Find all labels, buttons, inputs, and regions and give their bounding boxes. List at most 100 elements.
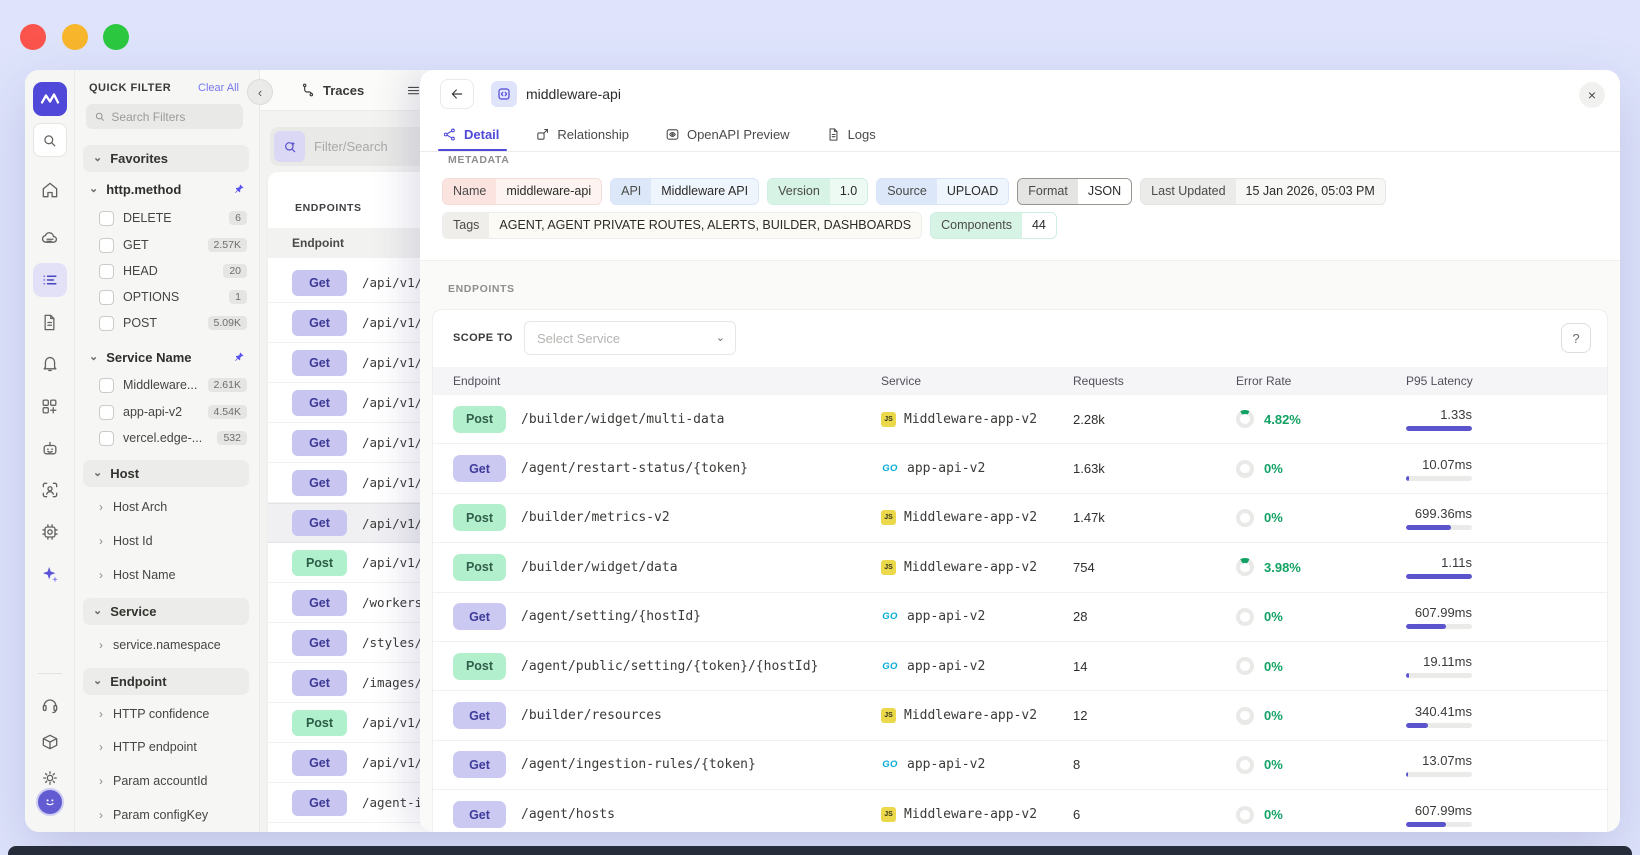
host-arch-item[interactable]: › Host Arch	[99, 496, 247, 518]
checkbox[interactable]	[99, 263, 114, 279]
filter-item-middleware[interactable]: Middleware... 2.61K	[99, 375, 247, 395]
endpoint-row[interactable]: Get/api/v1/	[268, 423, 421, 463]
table-row[interactable]: Get/builder/resources JS Middleware-app-v…	[433, 691, 1607, 741]
collapse-panel-button[interactable]: ‹	[247, 79, 273, 105]
tab-label: OpenAPI Preview	[686, 127, 790, 142]
http-method-group[interactable]: ⌄ http.method	[89, 178, 245, 200]
pin-icon[interactable]	[233, 183, 245, 195]
http-confidence-item[interactable]: › HTTP confidence	[99, 703, 247, 725]
table-row[interactable]: Post/agent/public/setting/{token}/{hostI…	[433, 642, 1607, 692]
ai-assistant-icon[interactable]	[33, 557, 67, 591]
tab-openapi-preview[interactable]: OpenAPI Preview	[665, 118, 790, 151]
integrations-icon[interactable]	[33, 389, 67, 423]
method-pill: Get	[292, 629, 347, 656]
package-icon[interactable]	[33, 725, 67, 759]
checkbox[interactable]	[99, 210, 114, 226]
endpoint-row[interactable]: Get/api/v1/	[268, 463, 421, 503]
filter-search-input[interactable]	[111, 109, 235, 124]
api-detail-modal: middleware-api × Detail Relationship Ope…	[420, 70, 1620, 832]
badge-format[interactable]: Format JSON	[1017, 178, 1133, 205]
traces-filter-box[interactable]	[270, 127, 421, 166]
endpoint-row[interactable]: Get/styles/	[268, 623, 421, 663]
service-name-group[interactable]: ⌄ Service Name	[89, 346, 245, 368]
traces-icon[interactable]	[32, 263, 67, 297]
checkbox[interactable]	[99, 404, 114, 420]
endpoint-row[interactable]: Get/workers	[268, 583, 421, 623]
endpoint-section[interactable]: ⌄ Endpoint	[83, 668, 249, 695]
window-zoom-button[interactable]	[103, 24, 129, 50]
tab-traces[interactable]: Traces	[300, 82, 364, 98]
checkbox[interactable]	[99, 237, 114, 253]
latency-bar	[1406, 426, 1472, 432]
col-requests: Requests	[1073, 374, 1124, 388]
window-close-button[interactable]	[20, 24, 46, 50]
favorites-section[interactable]: ⌄ Favorites	[83, 145, 249, 172]
param-configkey-item[interactable]: › Param configKey	[99, 804, 247, 826]
table-row[interactable]: Get/agent/restart-status/{token} GO app-a…	[433, 444, 1607, 494]
endpoint-path: /agent/ingestion-rules/{token}	[521, 757, 756, 773]
window-minimize-button[interactable]	[62, 24, 88, 50]
service-section[interactable]: ⌄ Service	[83, 598, 249, 625]
filter-item-delete[interactable]: DELETE 6	[99, 208, 247, 228]
pin-icon[interactable]	[233, 351, 245, 363]
filter-item-app-api-v2[interactable]: app-api-v2 4.54K	[99, 402, 247, 422]
endpoint-row[interactable]: Get/agent-i	[268, 783, 421, 823]
endpoint-row[interactable]: Post/api/v1/	[268, 543, 421, 583]
checkbox[interactable]	[99, 289, 114, 305]
tab-detail[interactable]: Detail	[437, 118, 508, 151]
tab-logs[interactable]: Logs	[826, 118, 876, 151]
home-icon[interactable]	[33, 173, 67, 207]
endpoint-row[interactable]: Get/api/v1/	[268, 383, 421, 423]
checkbox[interactable]	[99, 430, 114, 446]
user-session-icon[interactable]	[33, 473, 67, 507]
host-section[interactable]: ⌄ Host	[83, 460, 249, 487]
traces-endpoints-card: ENDPOINTS Endpoint Get/api/v1/ Get/api/v…	[268, 172, 421, 832]
table-row[interactable]: Get/agent/setting/{hostId} GO app-api-v2 …	[433, 593, 1607, 642]
traces-filter-input[interactable]	[314, 139, 421, 154]
service-select[interactable]: Select Service ⌄	[524, 321, 736, 355]
table-row[interactable]: Post/builder/widget/data JS Middleware-ap…	[433, 543, 1607, 593]
filter-item-count: 1	[229, 290, 247, 304]
endpoint-row[interactable]: Get/api/v1/	[268, 303, 421, 343]
filter-item-post[interactable]: POST 5.09K	[99, 313, 247, 333]
table-row[interactable]: Get/agent/ingestion-rules/{token} GO app-…	[433, 741, 1607, 791]
checkbox[interactable]	[99, 315, 114, 331]
http-endpoint-item[interactable]: › HTTP endpoint	[99, 736, 247, 758]
infrastructure-icon[interactable]	[33, 221, 67, 255]
param-accountid-item[interactable]: › Param accountId	[99, 770, 247, 792]
filter-item-vercel-edge[interactable]: vercel.edge-... 532	[99, 428, 247, 448]
service-namespace-item[interactable]: › service.namespace	[99, 634, 247, 656]
table-row[interactable]: Post/builder/metrics-v2 JS Middleware-app…	[433, 494, 1607, 544]
badge-components[interactable]: Components 44	[930, 212, 1057, 239]
help-button[interactable]: ?	[1561, 323, 1591, 353]
close-icon[interactable]: ×	[1579, 82, 1605, 108]
clear-all-button[interactable]: Clear All	[198, 82, 239, 94]
endpoint-row[interactable]: Get/api/v1/	[268, 743, 421, 783]
alerts-icon[interactable]	[33, 346, 67, 380]
endpoint-row-selected[interactable]: Get/api/v1/	[268, 503, 421, 543]
checkbox[interactable]	[99, 377, 114, 393]
host-id-item[interactable]: › Host Id	[99, 530, 247, 552]
support-icon[interactable]	[33, 688, 67, 722]
user-avatar[interactable]	[35, 788, 64, 816]
tab-next-partial[interactable]: S	[406, 83, 421, 98]
host-name-item[interactable]: › Host Name	[99, 564, 247, 586]
tab-relationship[interactable]: Relationship	[535, 118, 629, 151]
table-row[interactable]: Post/builder/widget/multi-data JS Middlew…	[433, 395, 1607, 445]
endpoint-row[interactable]: Post/api/v1/	[268, 703, 421, 743]
back-button[interactable]	[440, 79, 474, 109]
endpoint-column-header: Endpoint	[268, 228, 421, 258]
endpoint-row[interactable]: Get/api/v1/	[268, 263, 421, 303]
bot-icon[interactable]	[33, 431, 67, 465]
filter-search-box[interactable]	[86, 104, 243, 129]
endpoint-row[interactable]: Get/api/v1/	[268, 343, 421, 383]
filter-item-options[interactable]: OPTIONS 1	[99, 287, 247, 307]
cpu-icon[interactable]	[33, 515, 67, 549]
document-icon[interactable]	[33, 305, 67, 339]
middleware-logo[interactable]	[32, 82, 67, 116]
search-icon[interactable]	[32, 123, 67, 157]
table-row[interactable]: Get/agent/hosts JS Middleware-app-v2 6 0%…	[433, 790, 1607, 832]
filter-item-get[interactable]: GET 2.57K	[99, 235, 247, 255]
endpoint-row[interactable]: Get/images/	[268, 663, 421, 703]
filter-item-head[interactable]: HEAD 20	[99, 261, 247, 281]
